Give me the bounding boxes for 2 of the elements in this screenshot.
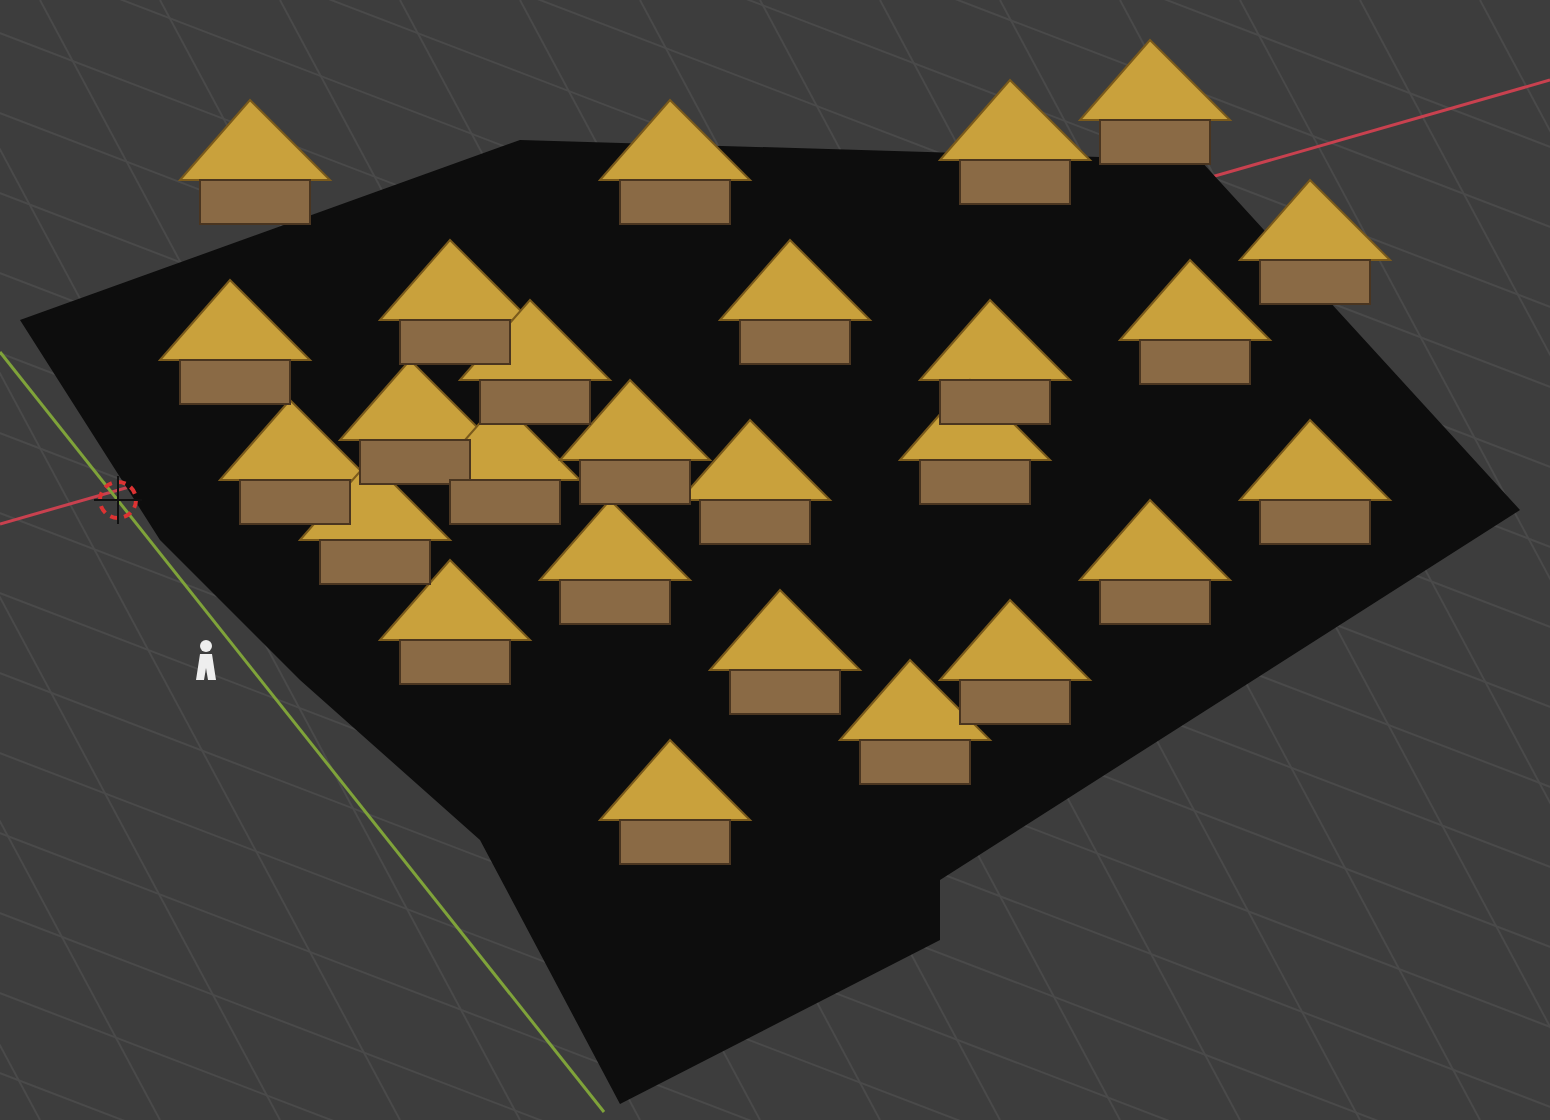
person-icon (196, 640, 216, 680)
3d-cursor-icon (93, 475, 143, 525)
